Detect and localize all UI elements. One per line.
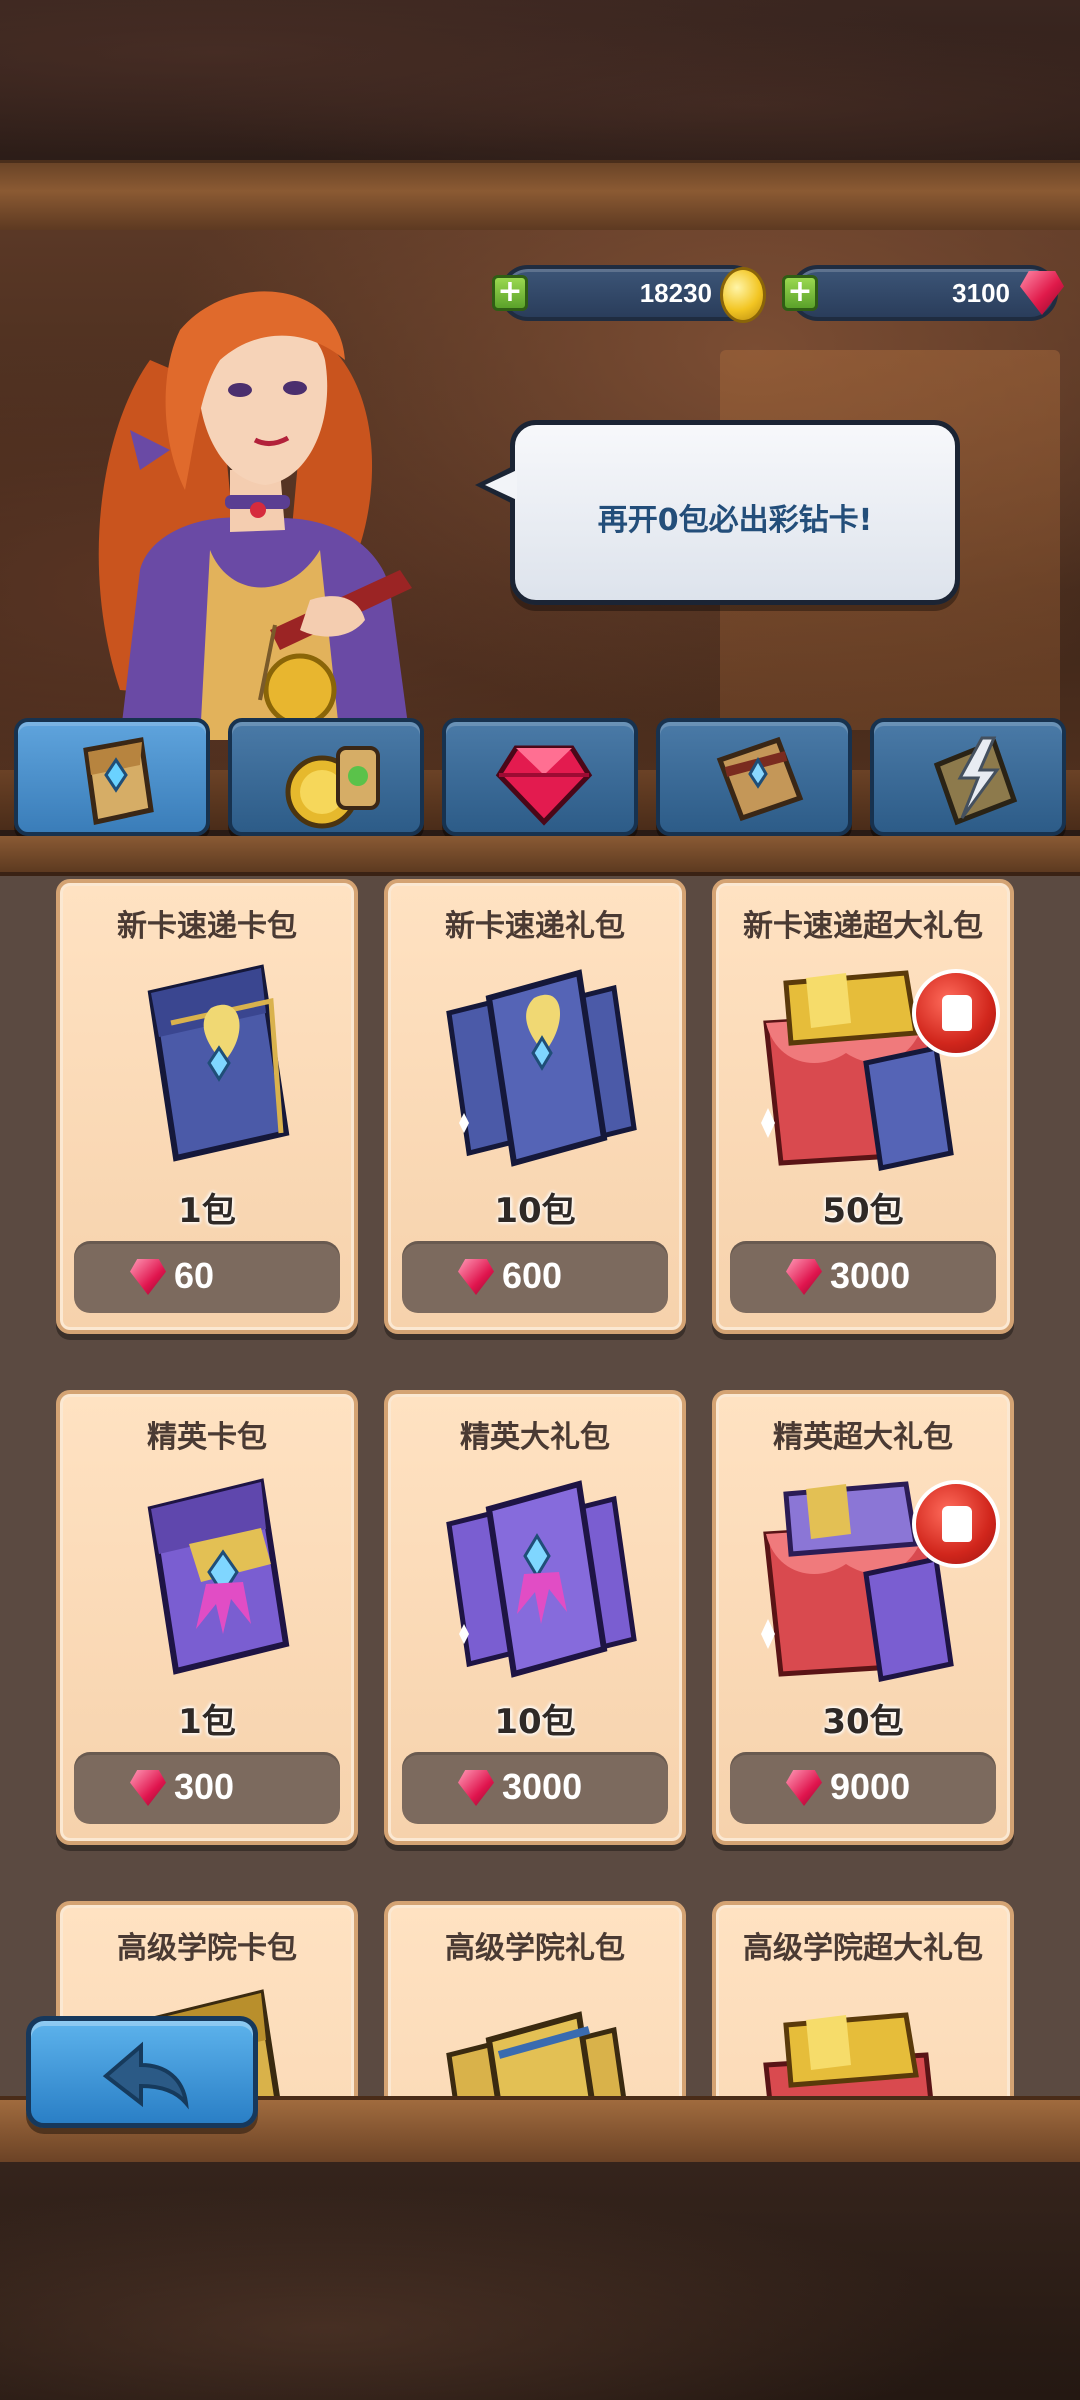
card-title: 新卡速递礼包 <box>445 909 625 944</box>
card-quantity: 1包 <box>178 1191 236 1231</box>
recommended-badge-icon <box>912 969 1000 1057</box>
gem-icon <box>130 1770 166 1806</box>
gem-icon <box>458 1259 494 1295</box>
card-quantity: 1包 <box>178 1702 236 1742</box>
shop-card[interactable]: 高级学院礼包 <box>384 1901 686 2096</box>
gem-icon <box>130 1259 166 1295</box>
purple-card-pack-stack-icon <box>446 1480 637 1678</box>
shop-items-grid: 新卡速递卡包 1包 60 新卡速递礼包 10包 600 新卡速递超大礼包 50包… <box>0 876 1080 2096</box>
ruby-gem-icon <box>495 745 593 826</box>
buy-button[interactable]: 3000 <box>730 1241 996 1313</box>
buy-button[interactable]: 60 <box>74 1241 340 1313</box>
card-quantity: 10包 <box>494 1702 576 1742</box>
card-title: 精英卡包 <box>147 1420 267 1455</box>
buy-button[interactable]: 3000 <box>402 1752 668 1824</box>
shop-card[interactable]: 精英卡包 1包 300 <box>56 1390 358 1845</box>
card-title: 高级学院礼包 <box>445 1931 625 1966</box>
shopkeeper-character <box>98 291 412 740</box>
card-title: 高级学院卡包 <box>117 1931 297 1966</box>
card-title: 高级学院超大礼包 <box>743 1931 983 1966</box>
price-value: 9000 <box>830 1766 911 1807</box>
card-pack-icon <box>83 737 154 826</box>
tab-gold-bundles[interactable] <box>228 718 424 836</box>
shop-card[interactable]: 新卡速递超大礼包 50包 3000 <box>712 879 1014 1334</box>
buy-button[interactable]: 600 <box>402 1241 668 1313</box>
shop-card[interactable]: 精英超大礼包 30包 9000 <box>712 1390 1014 1845</box>
card-quantity: 30包 <box>822 1702 904 1742</box>
spell-book-icon <box>716 736 804 822</box>
upper-shelf <box>0 836 1080 876</box>
gold-coin-icon <box>720 267 766 323</box>
tab-gems[interactable] <box>442 718 638 836</box>
card-title: 新卡速递超大礼包 <box>743 909 983 944</box>
tab-card-pack[interactable] <box>14 718 210 836</box>
blue-card-pack-stack-icon <box>446 969 637 1167</box>
add-gems-button[interactable]: + <box>782 275 818 311</box>
tab-spell-books[interactable] <box>656 718 852 836</box>
back-arrow-icon <box>102 2041 189 2110</box>
gem-amount: 3100 <box>952 278 1010 308</box>
shop-card[interactable]: 新卡速递卡包 1包 60 <box>56 879 358 1334</box>
gem-currency-bar: + 3100 <box>782 265 1064 321</box>
tab-lightning[interactable] <box>870 718 1066 836</box>
shop-card[interactable]: 精英大礼包 10包 3000 <box>384 1390 686 1845</box>
price-value: 300 <box>174 1766 235 1807</box>
gold-amount: 18230 <box>639 278 712 308</box>
npc-speech-text: 再开0包必出彩钻卡! <box>597 503 873 538</box>
card-quantity: 10包 <box>494 1191 576 1231</box>
buy-button[interactable]: 300 <box>74 1752 340 1824</box>
gem-icon <box>786 1259 822 1295</box>
npc-speech-bubble: 再开0包必出彩钻卡! <box>475 420 960 605</box>
card-quantity: 50包 <box>822 1191 904 1231</box>
gold-currency-bar: + 18230 <box>492 265 766 323</box>
price-value: 600 <box>502 1255 563 1296</box>
shop-card[interactable]: 新卡速递礼包 10包 600 <box>384 879 686 1334</box>
shop-card[interactable]: 高级学院超大礼包 <box>712 1901 1014 2096</box>
card-title: 新卡速递卡包 <box>117 909 297 944</box>
bottom-wood-frame <box>0 2162 1080 2400</box>
blue-card-pack-icon <box>147 964 290 1162</box>
buy-button[interactable]: 9000 <box>730 1752 996 1824</box>
top-wood-frame <box>0 0 1080 237</box>
category-tabs <box>14 718 1066 836</box>
gem-icon <box>458 1770 494 1806</box>
price-value: 3000 <box>502 1766 583 1807</box>
recommended-badge-icon <box>912 1480 1000 1568</box>
card-title: 精英超大礼包 <box>773 1420 953 1455</box>
back-button[interactable] <box>26 2016 258 2128</box>
gold-coin-pack-icon <box>285 746 380 829</box>
gold-chest-bundle-icon <box>763 2012 933 2096</box>
price-value: 3000 <box>830 1255 911 1296</box>
card-title: 精英大礼包 <box>460 1420 610 1455</box>
lightning-book-icon <box>933 736 1018 826</box>
gold-card-pack-stack-icon <box>446 2011 626 2096</box>
purple-card-pack-icon <box>147 1478 290 1675</box>
gem-icon <box>786 1770 822 1806</box>
price-value: 60 <box>174 1255 215 1296</box>
